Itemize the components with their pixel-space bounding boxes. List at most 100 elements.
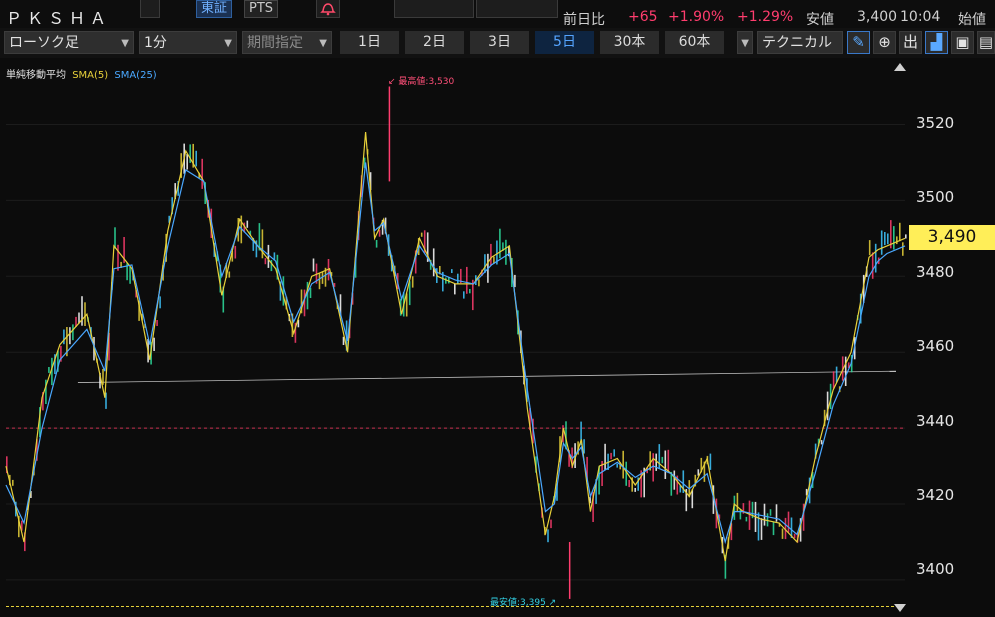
scroll-up-arrow[interactable] (894, 63, 906, 71)
price-tick-bar (896, 236, 898, 245)
y-tick-label: 3440 (916, 412, 955, 430)
price-tick-bar (48, 367, 50, 373)
price-chart[interactable] (0, 60, 995, 613)
price-tick-bar (902, 242, 904, 256)
area-chart-icon[interactable]: ▟ (925, 31, 948, 54)
legend-sma25: SMA(25) (114, 70, 157, 81)
price-tick-bar (309, 287, 312, 298)
price-tick-bar (899, 222, 901, 242)
range-60bars-button[interactable]: 60本 (665, 31, 725, 54)
series-sma5-line (5, 131, 906, 562)
price-tick-bar (673, 470, 676, 490)
price-tick-bar (661, 456, 664, 464)
price-tick-bar (622, 450, 624, 479)
header-box-2 (476, 0, 558, 18)
period-select[interactable]: 期間指定 ▼ (242, 31, 332, 54)
price-tick-bar (267, 244, 270, 268)
price-tick-bar (893, 226, 895, 250)
indicator-legend: 単純移動平均 SMA(5) SMA(25) (6, 66, 157, 81)
low-annotation: 最安値:3,395 ↗ (490, 598, 557, 608)
price-tick-bar (261, 229, 264, 259)
pencil-icon[interactable]: ✎ (847, 31, 870, 54)
chevron-down-icon: ▼ (224, 38, 232, 49)
range-5day-button[interactable]: 5日 (535, 31, 595, 54)
price-chart-area[interactable] (0, 60, 995, 613)
price-tick-bar (303, 289, 306, 317)
price-tick-bar (264, 258, 267, 265)
technical-button[interactable]: テクニカル (757, 31, 843, 54)
price-tick-bar (420, 232, 423, 237)
price-tick-bar (499, 228, 501, 259)
layout-icon[interactable]: ▤ (977, 31, 995, 54)
price-tick-bar (826, 391, 829, 421)
price-tick-bar (312, 258, 315, 272)
price-tick-bar (547, 529, 549, 543)
price-tick-bar (69, 327, 71, 345)
range-3day-button[interactable]: 3日 (470, 31, 530, 54)
price-tick-bar (451, 269, 453, 273)
change-label: 前日比 (563, 12, 605, 28)
price-tick-bar (884, 232, 886, 246)
period-value: 期間指定 (247, 35, 303, 51)
header-blank-box (140, 0, 160, 18)
price-tick-bar (880, 230, 883, 255)
price-tick-bar (820, 440, 823, 445)
price-tick-bar (664, 450, 667, 479)
price-tick-bar (763, 503, 766, 526)
price-tick-bar (186, 154, 188, 170)
price-tick-bar (153, 337, 155, 351)
price-tick-bar (736, 492, 739, 512)
price-tick-bar (745, 516, 748, 522)
price-tick-bar (793, 533, 796, 539)
price-tick-bar (195, 150, 197, 167)
price-tick-bar (583, 439, 585, 454)
high-annotation: ↙ 最高値:3,530 (388, 77, 455, 87)
price-tick-bar (760, 518, 763, 540)
price-tick-bar (781, 528, 784, 539)
chevron-down-icon: ▼ (741, 38, 749, 49)
price-tick-bar (616, 463, 618, 468)
price-tick-bar (457, 273, 459, 284)
scroll-down-arrow[interactable] (894, 604, 906, 612)
y-tick-label: 3520 (916, 114, 955, 132)
price-tick-bar (625, 461, 627, 486)
price-tick-bar (63, 329, 65, 345)
interval-select[interactable]: 1分 ▼ (139, 31, 237, 54)
price-tick-bar (772, 522, 775, 536)
legend-title: 単純移動平均 (6, 70, 66, 81)
output-button[interactable]: 出 (899, 31, 922, 54)
price-tick-bar (84, 302, 86, 326)
market-tab-tse[interactable]: 東証 (196, 0, 233, 18)
price-tick-bar (490, 243, 492, 266)
price-tick-bar (378, 229, 381, 237)
price-tick-bar (604, 443, 606, 471)
price-tick-bar (463, 291, 465, 299)
interval-value: 1分 (144, 35, 167, 51)
price-tick-bar (156, 320, 158, 326)
range-2day-button[interactable]: 2日 (405, 31, 465, 54)
range-1day-button[interactable]: 1日 (340, 31, 400, 54)
time-value: 10:04 (900, 9, 941, 25)
alert-bell-button[interactable] (316, 0, 340, 18)
chart-toolbar: ローソク足 ▼ 1分 ▼ 期間指定 ▼ 1日 2日 3日 5日 30本 60本 … (0, 28, 995, 58)
chart-type-select[interactable]: ローソク足 ▼ (4, 31, 134, 54)
range-30bars-button[interactable]: 30本 (600, 31, 660, 54)
price-tick-bar (887, 233, 889, 245)
save-icon[interactable]: ▣ (951, 31, 974, 54)
price-tick-bar (432, 248, 435, 277)
price-tick-bar (411, 276, 414, 288)
low-value: 3,400 (857, 9, 898, 25)
price-tick-bar (375, 240, 378, 248)
price-tick-bar (454, 284, 456, 295)
price-tick-bar (478, 279, 480, 287)
market-tab-pts[interactable]: PTS (244, 0, 279, 18)
range-more-dropdown[interactable]: ▼ (737, 31, 753, 54)
price-tick-bar (613, 449, 615, 457)
header-bar: ＰＫＳＨＡ 東証 PTS 前日比 +65 +1.90% +1.29% 安値 3,… (0, 0, 995, 28)
price-tick-bar (670, 471, 673, 496)
zoom-icon[interactable]: ⊕ (873, 31, 896, 54)
price-tick-bar (102, 368, 104, 385)
change-percent-2: +1.29% (737, 9, 794, 25)
price-tick-bar (469, 289, 471, 294)
price-tick-bar (117, 244, 119, 271)
